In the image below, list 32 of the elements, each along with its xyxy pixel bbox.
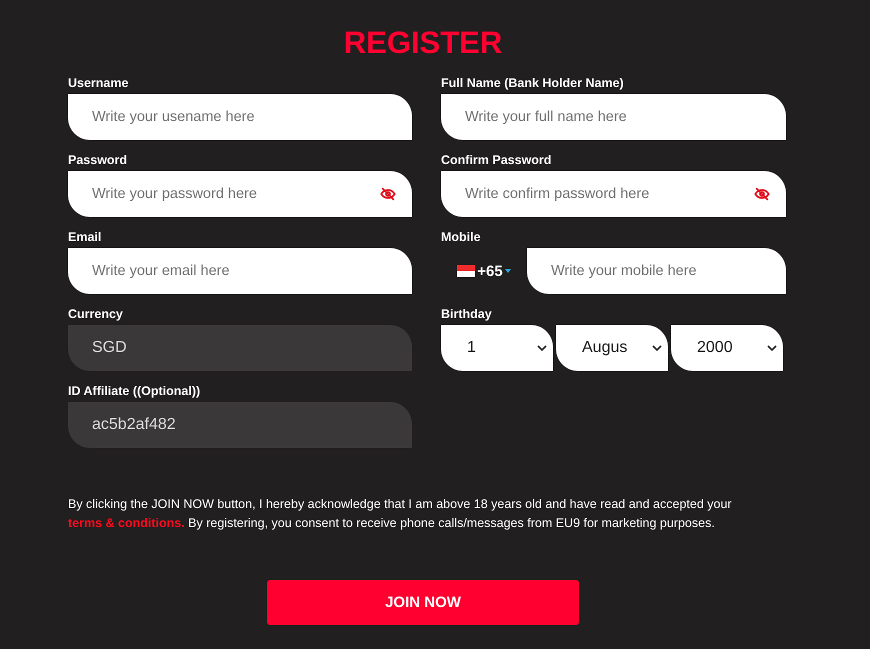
field-label: Email	[68, 230, 102, 244]
field-label: Password	[68, 153, 128, 167]
consent-text: By clicking the JOIN NOW button, I hereby acknowledge that I am above 18 years old and have read and accepted your terms & conditions. By registering, you consent to receive phone calls/messages from EU9 for marketing purposes.	[68, 496, 733, 532]
input-field[interactable]: Write your full name here	[441, 94, 786, 140]
chevron-icon	[767, 345, 777, 351]
readonly-field: SGD	[68, 325, 412, 371]
page-title: REGISTER	[342, 24, 504, 62]
readonly-field: ac5b2af482	[68, 402, 412, 448]
password-field[interactable]: Write your password here	[68, 171, 412, 217]
input-field[interactable]: Write your usename here	[68, 94, 412, 140]
date-dropdown[interactable]: 1	[441, 325, 553, 371]
join-now-button[interactable]: JOIN NOW	[267, 580, 579, 625]
field-label: Birthday	[441, 307, 493, 321]
date-dropdown[interactable]: 2000	[671, 325, 783, 371]
terms-link[interactable]: terms & conditions.	[68, 516, 185, 530]
field-label: Confirm Password	[441, 153, 552, 167]
flag-icon	[457, 265, 476, 277]
phone-field[interactable]: Write your mobile here	[527, 248, 786, 294]
eye-slash-icon[interactable]	[380, 186, 396, 202]
password-field[interactable]: Write confirm password here	[441, 171, 786, 217]
input-field[interactable]: Write your email here	[68, 248, 412, 294]
chevron-icon	[537, 345, 547, 351]
date-dropdown[interactable]: Augus	[556, 325, 668, 371]
chevron-icon	[652, 345, 662, 351]
field-label: Username	[68, 76, 130, 90]
field-label: Mobile	[441, 230, 482, 244]
field-label: Currency	[68, 307, 124, 321]
field-label: Full Name (Bank Holder Name)	[441, 76, 625, 90]
field-label: ID Affiliate ((Optional))	[68, 384, 202, 398]
caret-icon	[504, 269, 511, 273]
country-code-selector[interactable]: +65	[441, 248, 527, 294]
eye-slash-icon[interactable]	[754, 186, 770, 202]
